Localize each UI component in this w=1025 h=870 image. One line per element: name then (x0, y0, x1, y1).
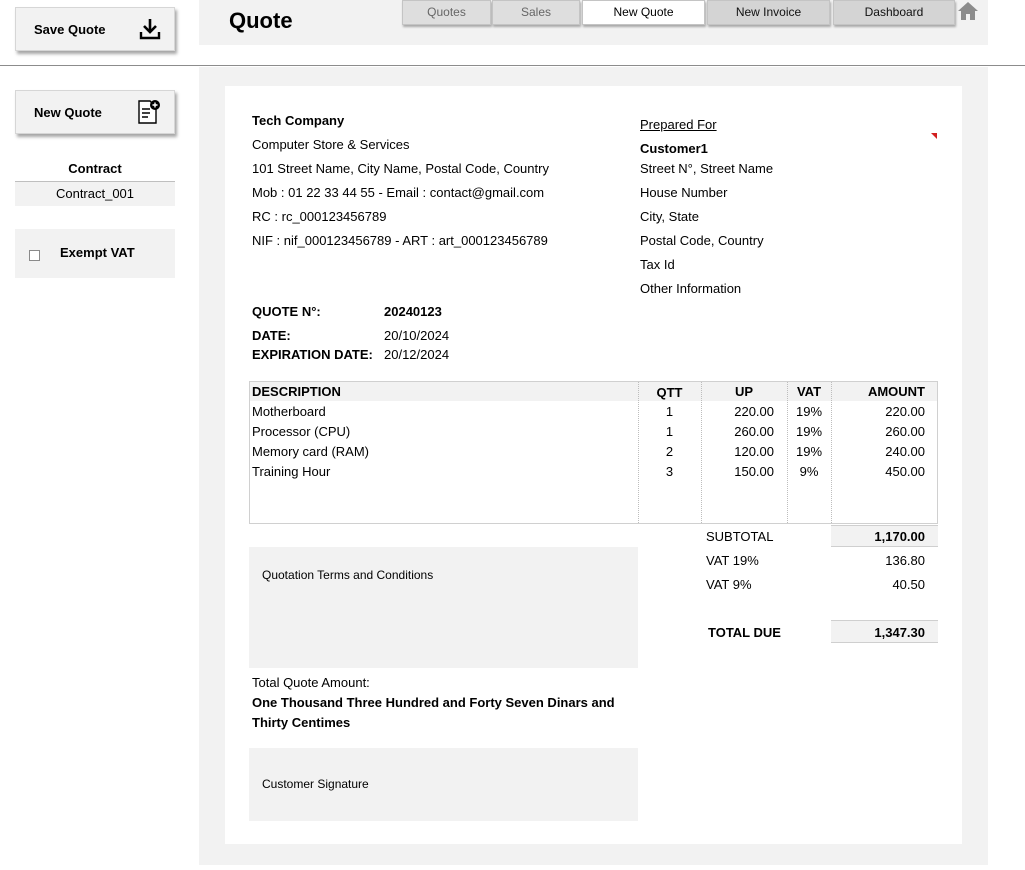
exempt-vat-label: Exempt VAT (60, 245, 135, 260)
company-tagline: Computer Store & Services (252, 137, 410, 152)
row-description: Training Hour (252, 464, 331, 479)
row-amount: 240.00 (885, 444, 925, 459)
subtotal-value: 1,170.00 (874, 529, 925, 544)
amount-words-line2: Thirty Centimes (252, 715, 351, 730)
row-vat: 19% (795, 424, 823, 439)
quote-date-label: DATE: (252, 328, 291, 343)
company-address: 101 Street Name, City Name, Postal Code,… (252, 161, 549, 176)
download-icon (138, 17, 162, 41)
row-up: 120.00 (734, 444, 774, 459)
tab-sales[interactable]: Sales (492, 0, 580, 25)
amount-words-line1: One Thousand Three Hundred and Forty Sev… (252, 695, 615, 710)
customer-tax: Tax Id (640, 257, 675, 272)
row-amount: 450.00 (885, 464, 925, 479)
new-quote-button[interactable]: New Quote (15, 90, 175, 134)
vat19-value: 136.80 (885, 553, 925, 568)
row-vat: 19% (795, 444, 823, 459)
tab-new-invoice[interactable]: New Invoice (707, 0, 830, 25)
expiration-date-label: EXPIRATION DATE: (252, 347, 373, 362)
company-name: Tech Company (252, 113, 345, 128)
vat9-value: 40.50 (892, 577, 925, 592)
company-contact: Mob : 01 22 33 44 55 - Email : contact@g… (252, 185, 545, 200)
header-amount: AMOUNT (867, 384, 925, 399)
customer-name[interactable]: Customer1 (640, 141, 708, 156)
new-quote-label: New Quote (34, 104, 102, 120)
vat19-label: VAT 19% (706, 553, 759, 568)
customer-city: City, State (640, 209, 700, 224)
row-vat: 19% (795, 404, 823, 419)
total-due-value: 1,347.30 (874, 625, 925, 640)
customer-house: House Number (640, 185, 728, 200)
page-title: Quote (229, 8, 293, 33)
customer-other: Other Information (640, 281, 742, 296)
header-qtt: QTT (656, 385, 683, 400)
row-qtt: 1 (665, 424, 674, 439)
row-qtt: 3 (665, 464, 674, 479)
contract-label: Contract (68, 161, 122, 176)
row-qtt: 2 (665, 444, 674, 459)
exempt-vat-checkbox[interactable] (29, 250, 40, 261)
row-description: Memory card (RAM) (252, 444, 370, 459)
header-description: DESCRIPTION (252, 384, 341, 399)
subtotal-label: SUBTOTAL (706, 529, 774, 544)
row-description: Motherboard (252, 404, 326, 419)
row-up: 150.00 (734, 464, 774, 479)
tab-dashboard[interactable]: Dashboard (833, 0, 955, 25)
signature-label: Customer Signature (262, 777, 369, 791)
row-amount: 220.00 (885, 404, 925, 419)
company-rc: RC : rc_000123456789 (252, 209, 387, 224)
quote-number: 20240123 (384, 304, 442, 319)
tab-quotes[interactable]: Quotes (402, 0, 491, 25)
row-description: Processor (CPU) (252, 424, 351, 439)
row-amount: 260.00 (885, 424, 925, 439)
customer-street: Street N°, Street Name (640, 161, 774, 176)
quote-number-label: QUOTE N°: (252, 304, 321, 319)
row-up: 260.00 (734, 424, 774, 439)
header-vat: VAT (796, 384, 822, 399)
quote-date: 20/10/2024 (384, 328, 450, 343)
row-qtt: 1 (665, 404, 674, 419)
expiration-date: 20/12/2024 (384, 347, 450, 362)
prepared-for-heading: Prepared For (640, 117, 717, 132)
home-icon[interactable] (957, 1, 979, 24)
items-table: DESCRIPTION QTT UP VAT AMOUNT Motherboar… (249, 381, 938, 524)
tab-new-quote[interactable]: New Quote (582, 0, 705, 25)
row-up: 220.00 (734, 404, 774, 419)
comment-marker (931, 133, 937, 139)
vat9-label: VAT 9% (706, 577, 752, 592)
save-quote-label: Save Quote (34, 21, 106, 37)
new-document-icon (136, 99, 162, 125)
row-vat: 9% (799, 464, 819, 479)
terms-label: Quotation Terms and Conditions (262, 568, 434, 582)
exempt-vat-panel: Exempt VAT (15, 229, 175, 278)
contract-field[interactable]: Contract_001 (15, 181, 175, 206)
customer-postal: Postal Code, Country (640, 233, 764, 248)
save-quote-button[interactable]: Save Quote (15, 7, 175, 51)
terms-box[interactable] (249, 547, 638, 668)
header-up: UP (734, 384, 754, 399)
divider-line (0, 65, 1025, 66)
total-amount-label: Total Quote Amount: (252, 675, 370, 690)
total-due-label: TOTAL DUE (708, 625, 781, 640)
company-nif: NIF : nif_000123456789 - ART : art_00012… (252, 233, 548, 248)
